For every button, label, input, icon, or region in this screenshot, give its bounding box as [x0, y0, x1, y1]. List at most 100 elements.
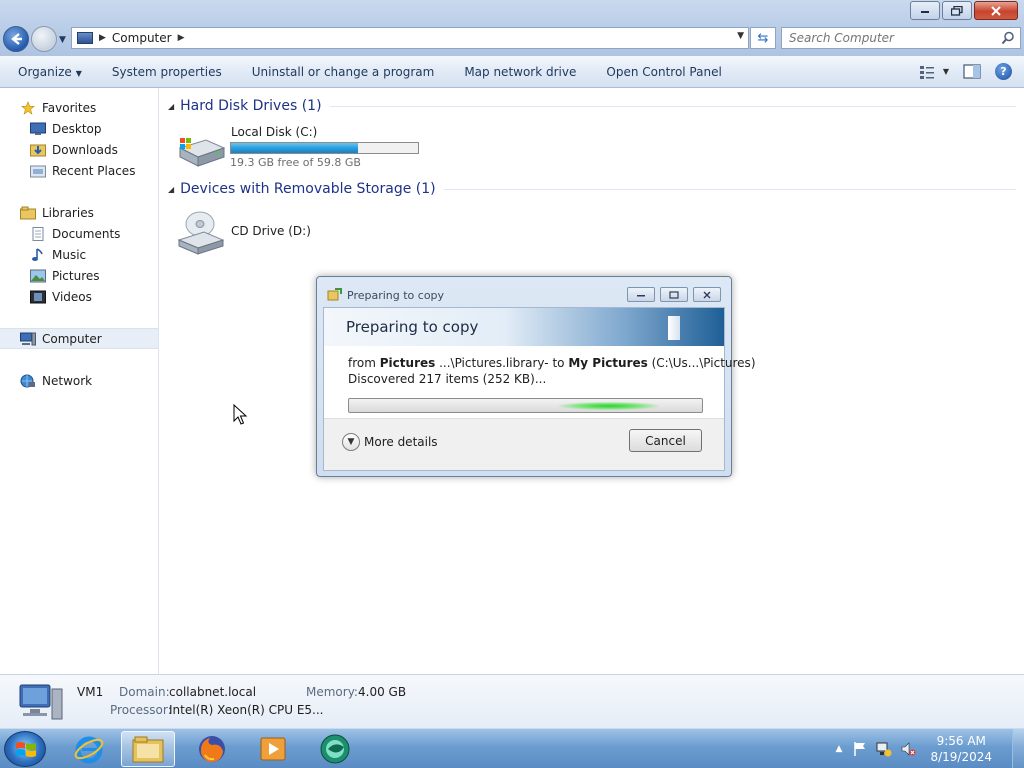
dialog-title: Preparing to copy: [347, 289, 445, 302]
sidebar-item-label: Recent Places: [52, 163, 136, 178]
help-icon[interactable]: ?: [995, 63, 1012, 80]
start-button[interactable]: [4, 731, 46, 767]
taskbar-windows-explorer[interactable]: [121, 731, 175, 767]
network-icon: [20, 374, 35, 387]
search-icon[interactable]: [1001, 31, 1015, 45]
destination-path: (C:\Us...\Pictures): [651, 356, 756, 370]
address-dropdown-chevron-down-icon[interactable]: ▼: [737, 31, 744, 41]
clock[interactable]: 9:56 AM 8/19/2024: [930, 733, 992, 765]
sidebar-item-label: Favorites: [42, 100, 97, 115]
dialog-footer: ▼ More details Cancel: [324, 418, 724, 470]
forward-button[interactable]: [31, 26, 57, 52]
sidebar-item-computer[interactable]: Computer: [0, 328, 158, 349]
sidebar-item-label: Downloads: [52, 142, 118, 157]
sidebar-item-libraries[interactable]: Libraries: [20, 202, 94, 223]
back-arrow-icon: [11, 33, 22, 45]
group-divider: [443, 188, 1016, 190]
local-disk-usage-bar: [230, 142, 419, 154]
sidebar-item-network[interactable]: Network: [20, 370, 92, 391]
dialog-maximize-button[interactable]: [660, 287, 688, 302]
minimize-button[interactable]: [910, 1, 940, 20]
taskbar-internet-explorer[interactable]: [62, 731, 116, 767]
sidebar-item-favorites[interactable]: Favorites: [20, 97, 96, 118]
change-view-button[interactable]: ▼: [919, 65, 949, 79]
breadcrumb-separator-icon[interactable]: ▶: [99, 33, 106, 43]
local-disk-free-space: 19.3 GB free of 59.8 GB: [230, 156, 361, 169]
sidebar-item-downloads[interactable]: Downloads: [30, 139, 118, 160]
show-hidden-icons-chevron-up-icon[interactable]: ▲: [836, 744, 843, 754]
close-button[interactable]: [974, 1, 1018, 20]
memory-value: 4.00 GB: [358, 685, 407, 699]
refresh-button[interactable]: ⇆: [750, 27, 776, 49]
open-control-panel-button[interactable]: Open Control Panel: [591, 65, 736, 79]
recent-pages-chevron-down-icon[interactable]: ▼: [59, 35, 66, 45]
desktop-icon: [30, 122, 46, 135]
progress-marquee-glow: [559, 402, 659, 410]
volume-muted-icon[interactable]: [900, 741, 916, 757]
group-header-hard-disk-drives[interactable]: ◢ Hard Disk Drives (1): [168, 98, 1016, 114]
view-controls: ▼ ?: [919, 63, 1012, 80]
collapse-triangle-icon[interactable]: ◢: [168, 185, 174, 194]
chevron-down-icon: ▼: [342, 433, 360, 451]
music-note-icon: [32, 247, 43, 261]
clock-date: 8/19/2024: [930, 750, 992, 764]
downloads-folder-icon: [30, 144, 46, 156]
computer-icon: [20, 332, 36, 345]
uninstall-program-button[interactable]: Uninstall or change a program: [237, 65, 450, 79]
chevron-down-icon: ▼: [75, 68, 82, 78]
search-box[interactable]: [781, 27, 1021, 49]
group-label: Hard Disk Drives (1): [180, 98, 322, 114]
map-network-drive-button[interactable]: Map network drive: [449, 65, 591, 79]
sidebar-item-recent-places[interactable]: Recent Places: [30, 160, 135, 181]
computer-name: VM1: [77, 685, 104, 699]
action-center-flag-icon[interactable]: [852, 741, 868, 757]
minimize-icon: [637, 294, 645, 296]
source-name-link[interactable]: Pictures: [380, 356, 436, 370]
dialog-close-button[interactable]: [693, 287, 721, 302]
maximize-icon: [669, 290, 679, 299]
system-properties-button[interactable]: System properties: [97, 65, 237, 79]
computer-icon: [77, 32, 93, 44]
cd-drive-icon[interactable]: [176, 210, 226, 256]
sidebar-item-label: Computer: [42, 331, 102, 346]
cd-drive-name[interactable]: CD Drive (D:): [231, 224, 311, 238]
back-button[interactable]: [3, 26, 29, 52]
breadcrumb-computer[interactable]: Computer: [112, 31, 172, 45]
collapse-triangle-icon[interactable]: ◢: [168, 102, 174, 111]
more-details-label: More details: [364, 435, 438, 449]
group-header-removable-storage[interactable]: ◢ Devices with Removable Storage (1): [168, 181, 1016, 197]
taskbar-app-circle[interactable]: [308, 731, 362, 767]
dialog-heading: Preparing to copy: [346, 318, 479, 336]
command-bar: Organize ▼ System properties Uninstall or…: [0, 56, 1024, 88]
sidebar-item-music[interactable]: Music: [30, 244, 86, 265]
more-details-toggle[interactable]: ▼ More details: [342, 433, 438, 451]
sidebar-item-desktop[interactable]: Desktop: [30, 118, 102, 139]
network-status-icon[interactable]: [876, 741, 892, 757]
preview-pane-icon[interactable]: [963, 64, 981, 79]
copy-icon: [327, 288, 342, 301]
organize-menu[interactable]: Organize ▼: [0, 65, 97, 79]
destination-name-link[interactable]: My Pictures: [568, 356, 647, 370]
domain-label: Domain:: [119, 685, 170, 699]
local-disk-usage-fill: [231, 143, 358, 153]
address-bar[interactable]: ▶ Computer ▶ ▼: [71, 27, 749, 49]
cancel-button[interactable]: Cancel: [629, 429, 702, 452]
restore-button[interactable]: [942, 1, 972, 20]
videos-icon: [30, 290, 46, 303]
sidebar-item-documents[interactable]: Documents: [30, 223, 120, 244]
media-player-icon: [260, 737, 286, 761]
show-desktop-button[interactable]: [1012, 729, 1024, 768]
dialog-minimize-button[interactable]: [627, 287, 655, 302]
organize-label: Organize: [18, 64, 72, 79]
sidebar-item-pictures[interactable]: Pictures: [30, 265, 100, 286]
view-options-chevron-down-icon[interactable]: ▼: [943, 67, 949, 76]
recent-places-icon: [30, 165, 46, 177]
local-disk-icon[interactable]: [176, 130, 226, 170]
taskbar-media-player[interactable]: [246, 731, 300, 767]
taskbar-firefox[interactable]: [185, 731, 239, 767]
local-disk-name[interactable]: Local Disk (C:): [231, 125, 317, 139]
breadcrumb-separator-icon[interactable]: ▶: [178, 33, 185, 43]
copy-progress-bar: [348, 398, 703, 413]
sidebar-item-videos[interactable]: Videos: [30, 286, 92, 307]
search-input[interactable]: [782, 31, 992, 45]
